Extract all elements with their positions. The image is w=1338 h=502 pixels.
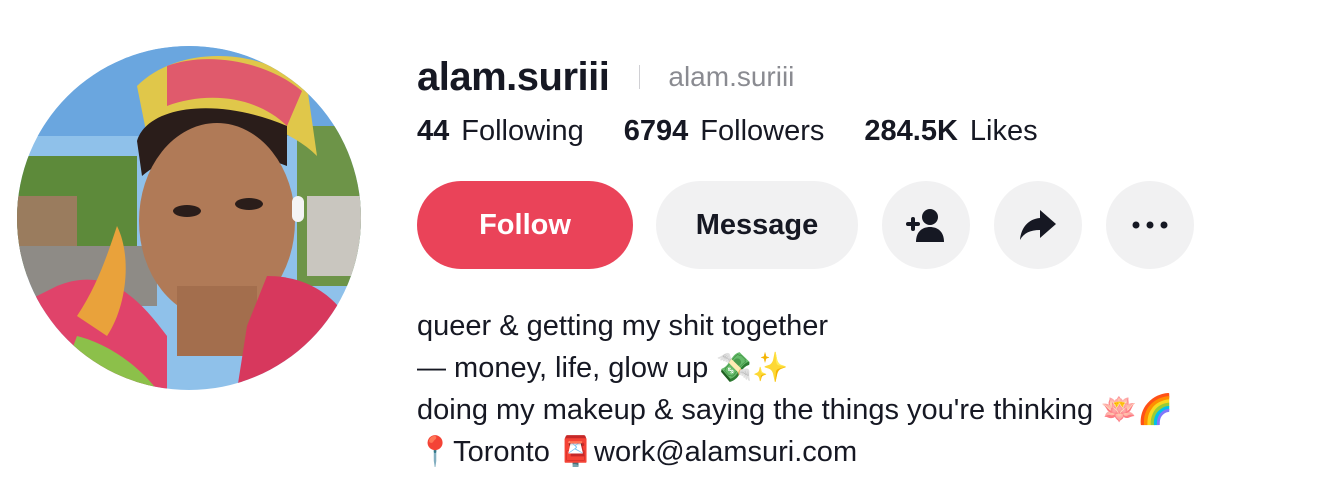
profile-bio: queer & getting my shit together — money… [417, 305, 1173, 473]
add-user-icon [906, 209, 944, 242]
followers-count: 6794 [623, 115, 689, 147]
nickname: alam.suriii [668, 61, 795, 92]
avatar-photo [17, 46, 361, 390]
bio-line: — money, life, glow up 💸✨ [417, 352, 789, 384]
followers-stat[interactable]: 6794 Followers [624, 115, 825, 148]
username: alam.suriii [417, 54, 610, 99]
message-button[interactable]: Message [656, 181, 858, 269]
more-icon [1132, 221, 1168, 229]
profile-info: alam.suriii alam.suriii 44 Following 679… [417, 52, 1317, 269]
name-divider [639, 65, 641, 89]
likes-count: 284.5K [864, 115, 958, 147]
bio-line: 📍Toronto 📮work@alamsuri.com [417, 436, 858, 468]
bio-line: queer & getting my shit together [417, 310, 829, 342]
follow-button[interactable]: Follow [417, 181, 633, 269]
following-label: Following [461, 115, 584, 147]
likes-stat: 284.5K Likes [864, 115, 1037, 148]
followers-label: Followers [700, 115, 825, 147]
share-button[interactable] [994, 181, 1082, 269]
likes-label: Likes [969, 115, 1038, 147]
more-button[interactable] [1106, 181, 1194, 269]
add-friend-button[interactable] [882, 181, 970, 269]
following-count: 44 [417, 115, 450, 147]
following-stat[interactable]: 44 Following [417, 115, 584, 148]
name-row: alam.suriii alam.suriii [417, 52, 1317, 102]
share-icon [1020, 210, 1056, 240]
bio-line: doing my makeup & saying the things you'… [417, 394, 1174, 426]
profile-avatar[interactable] [17, 46, 361, 390]
stats-row: 44 Following 6794 Followers 284.5K Likes [417, 115, 1317, 148]
action-buttons: Follow Message [417, 181, 1317, 269]
